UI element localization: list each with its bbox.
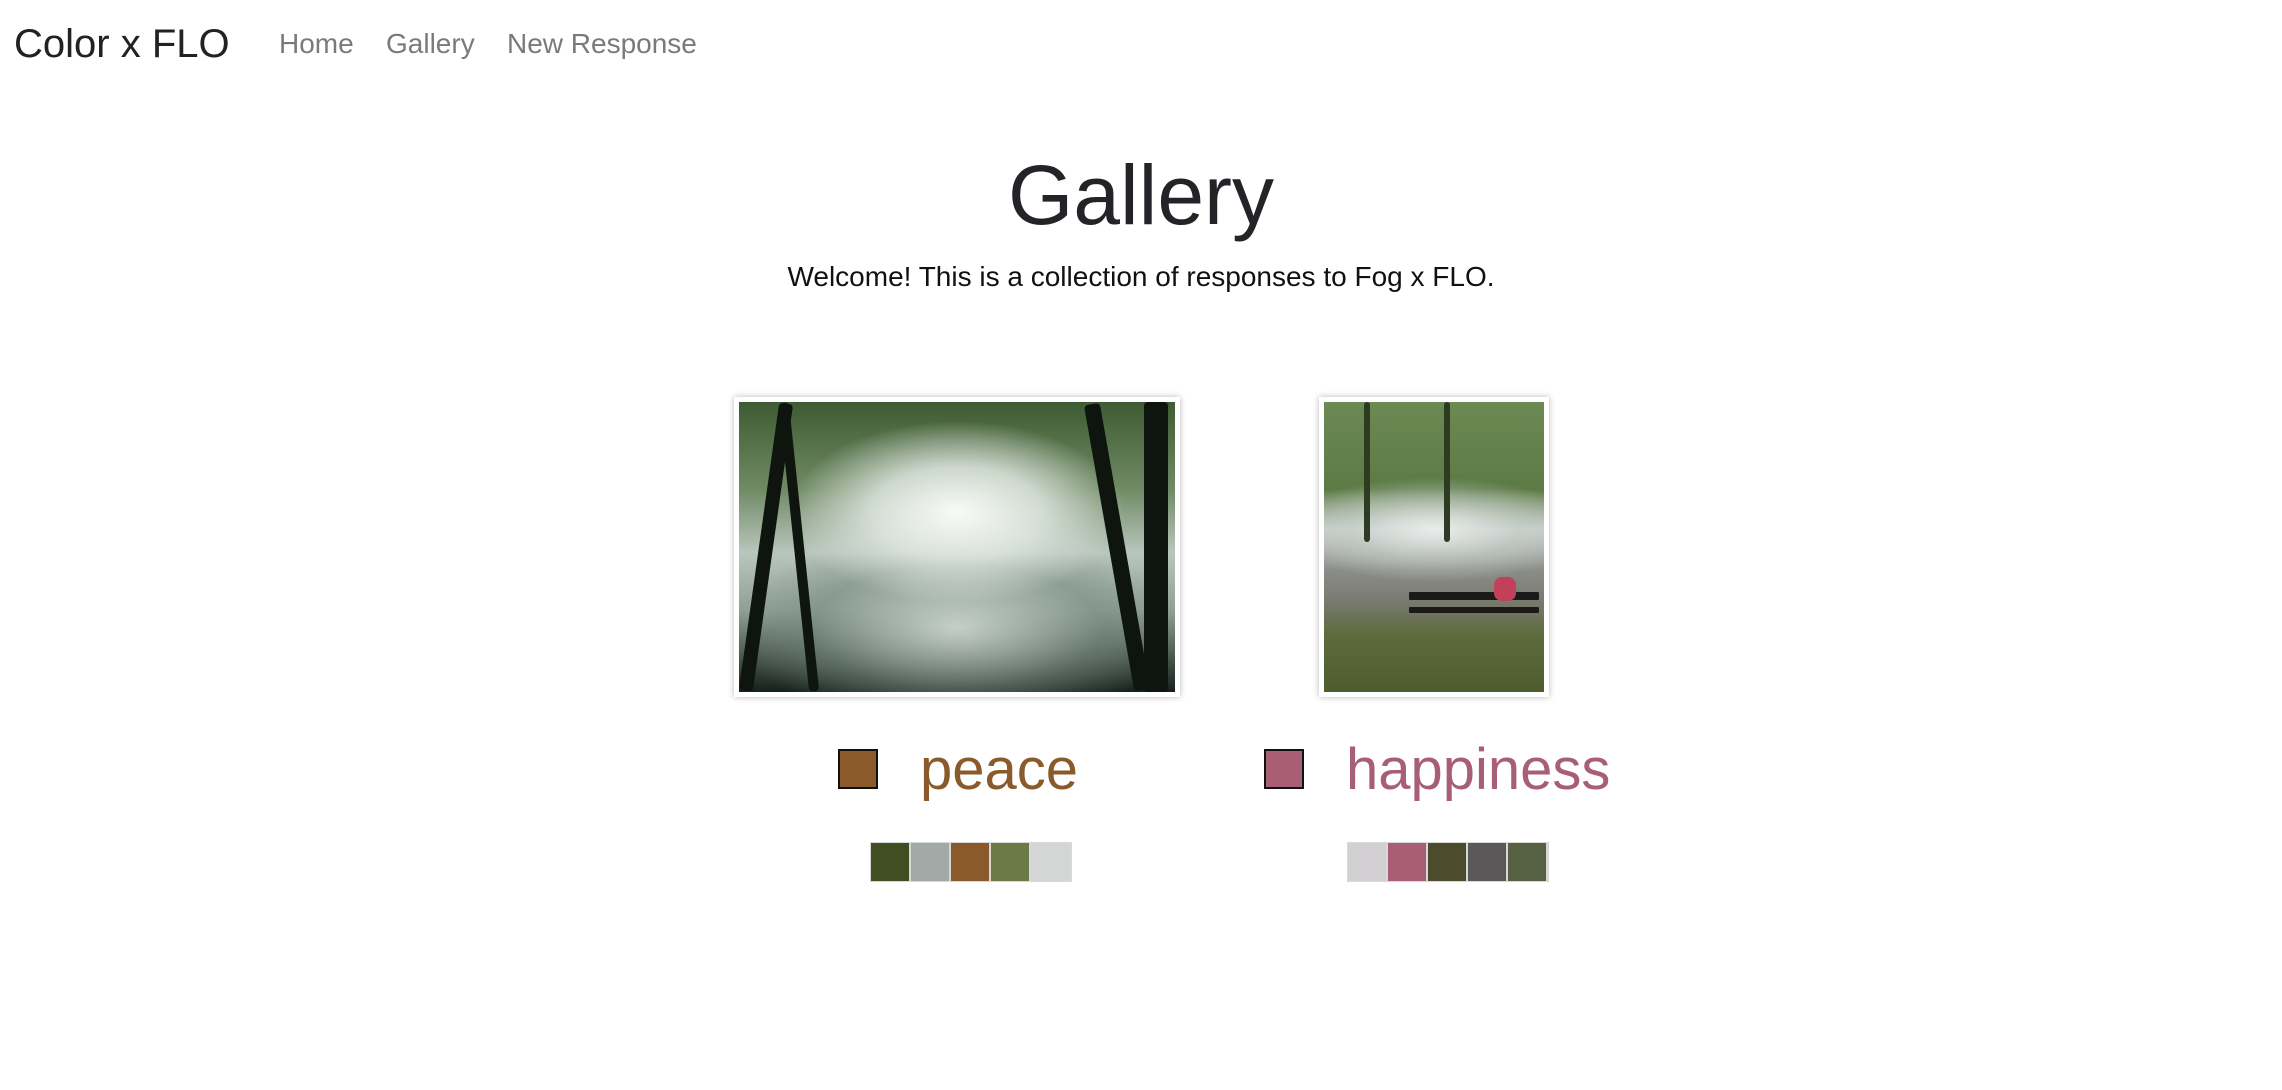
response-photo	[1324, 402, 1544, 692]
brand-link[interactable]: Color x FLO	[14, 18, 230, 70]
response-word: peace	[920, 737, 1079, 802]
nav-link-gallery[interactable]: Gallery	[386, 26, 475, 62]
response-color-swatch	[1264, 749, 1304, 789]
response-word: happiness	[1346, 737, 1611, 802]
photo-bench-shape	[1409, 592, 1539, 600]
response-photo	[739, 402, 1175, 692]
palette-chip	[951, 843, 989, 881]
response-word-row: peace	[838, 735, 1138, 805]
response-word-row: happiness	[1264, 735, 1624, 805]
photo-tree-shape	[1444, 402, 1450, 542]
response-color-swatch	[838, 749, 878, 789]
page-title: Gallery	[1007, 148, 1275, 242]
response-photo-frame[interactable]	[734, 397, 1180, 697]
palette-chip	[1388, 843, 1426, 881]
nav-link-home[interactable]: Home	[279, 26, 354, 62]
photo-tree-shape	[1144, 402, 1168, 692]
palette-chip	[1348, 843, 1386, 881]
navbar: Color x FLO Home Gallery New Response	[0, 0, 2282, 90]
color-palette	[1347, 842, 1549, 882]
color-palette	[870, 842, 1072, 882]
palette-chip	[1468, 843, 1506, 881]
page-subtitle: Welcome! This is a collection of respons…	[787, 261, 1495, 292]
palette-chip	[1508, 843, 1546, 881]
palette-chip	[911, 843, 949, 881]
palette-chip	[1428, 843, 1466, 881]
photo-tree-shape	[1364, 402, 1370, 542]
photo-tree-shape	[1083, 402, 1151, 692]
photo-bench-shape	[1409, 607, 1539, 613]
photo-tree-shape	[778, 402, 820, 692]
palette-chip	[991, 843, 1029, 881]
response-photo-frame[interactable]	[1319, 397, 1549, 697]
palette-chip	[871, 843, 909, 881]
nav-link-new-response[interactable]: New Response	[507, 26, 697, 62]
photo-person-shape	[1494, 577, 1516, 601]
palette-chip	[1031, 843, 1069, 881]
